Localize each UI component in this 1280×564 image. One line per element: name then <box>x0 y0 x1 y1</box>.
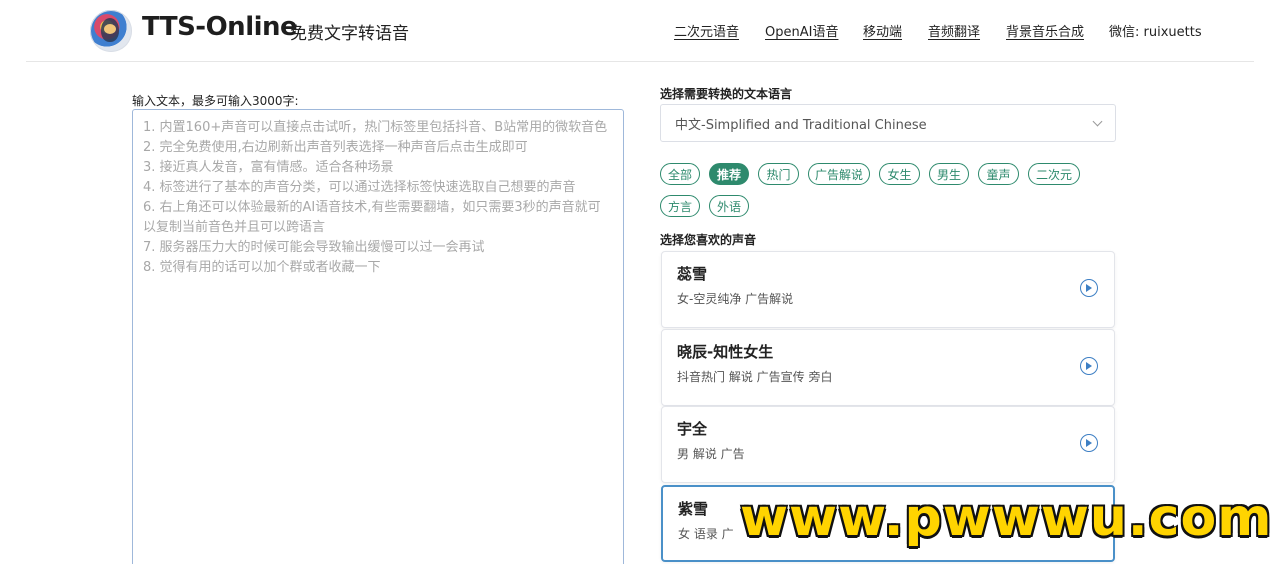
tag-anime[interactable]: 二次元 <box>1028 163 1080 185</box>
header-divider <box>26 61 1254 62</box>
language-label: 选择需要转换的文本语言 <box>660 87 793 101</box>
play-icon[interactable] <box>1080 357 1098 375</box>
voice-desc: 女 语录 广 <box>678 527 734 541</box>
placeholder-line: 4. 标签进行了基本的声音分类，可以通过选择标签快速选取自己想要的声音 <box>143 180 576 195</box>
placeholder-line: 3. 接近真人发音，富有情感。适合各种场景 <box>143 160 394 175</box>
placeholder-line: 1. 内置160+声音可以直接点击试听，热门标签里包括抖音、B站常用的微软音色 <box>143 120 608 135</box>
input-label: 输入文本，最多可输入3000字: <box>132 94 299 108</box>
tag-ad-narration[interactable]: 广告解说 <box>808 163 870 185</box>
watermark-text: www.pwwwu.com <box>740 488 1273 548</box>
voice-card[interactable]: 晓辰-知性女生 抖音热门 解说 广告宣传 旁白 <box>661 329 1115 406</box>
nav-bgm-synthesis[interactable]: 背景音乐合成 <box>1006 21 1084 41</box>
voice-name: 紫雪 <box>678 500 709 518</box>
chevron-down-icon <box>1092 116 1103 126</box>
wechat-contact: 微信: ruixuetts <box>1109 25 1202 40</box>
play-icon[interactable] <box>1080 279 1098 297</box>
tag-female[interactable]: 女生 <box>879 163 920 185</box>
voice-name: 蕊雪 <box>677 265 708 283</box>
voice-name: 晓辰-知性女生 <box>677 343 774 361</box>
brand-title[interactable]: TTS-Online <box>142 12 298 42</box>
language-select[interactable]: 中文-Simplified and Traditional Chinese <box>660 104 1116 142</box>
logo-icon[interactable] <box>90 10 132 52</box>
tag-all[interactable]: 全部 <box>660 163 700 185</box>
voice-desc: 女-空灵纯净 广告解说 <box>677 292 794 306</box>
text-input[interactable]: 1. 内置160+声音可以直接点击试听，热门标签里包括抖音、B站常用的微软音色 … <box>132 109 624 564</box>
tag-recommended[interactable]: 推荐 <box>709 163 749 185</box>
voice-name: 宇全 <box>677 420 708 438</box>
nav-mobile[interactable]: 移动端 <box>863 21 902 41</box>
voice-desc: 男 解说 广告 <box>677 447 745 461</box>
placeholder-line: 6. 右上角还可以体验最新的AI语音技术,有些需要翻墙，如只需要3秒的声音就可以… <box>143 200 601 235</box>
tag-foreign[interactable]: 外语 <box>709 195 749 217</box>
language-selected-value: 中文-Simplified and Traditional Chinese <box>675 117 927 133</box>
tag-child[interactable]: 童声 <box>978 163 1019 185</box>
tag-hot[interactable]: 热门 <box>758 163 799 185</box>
tag-male[interactable]: 男生 <box>929 163 969 185</box>
voice-card[interactable]: 宇全 男 解说 广告 <box>661 406 1115 483</box>
voice-list-label: 选择您喜欢的声音 <box>660 233 757 247</box>
nav-audio-translate[interactable]: 音频翻译 <box>928 21 980 41</box>
play-icon[interactable] <box>1080 434 1098 452</box>
tag-dialect[interactable]: 方言 <box>660 195 700 217</box>
placeholder-line: 2. 完全免费使用,右边刷新出声音列表选择一种声音后点击生成即可 <box>143 140 528 155</box>
voice-desc: 抖音热门 解说 广告宣传 旁白 <box>677 370 833 384</box>
header: TTS-Online 免费文字转语音 二次元语音 OpenAI语音 移动端 音频… <box>0 0 1280 62</box>
placeholder-line: 8. 觉得有用的话可以加个群或者收藏一下 <box>143 260 381 275</box>
placeholder-line: 7. 服务器压力大的时候可能会导致输出缓慢可以过一会再试 <box>143 240 485 255</box>
nav-openai-voice[interactable]: OpenAI语音 <box>765 21 838 41</box>
brand-subtitle: 免费文字转语音 <box>290 24 409 44</box>
page: TTS-Online 免费文字转语音 二次元语音 OpenAI语音 移动端 音频… <box>0 0 1280 564</box>
voice-card[interactable]: 蕊雪 女-空灵纯净 广告解说 <box>661 251 1115 328</box>
nav-anime-voice[interactable]: 二次元语音 <box>674 21 739 41</box>
